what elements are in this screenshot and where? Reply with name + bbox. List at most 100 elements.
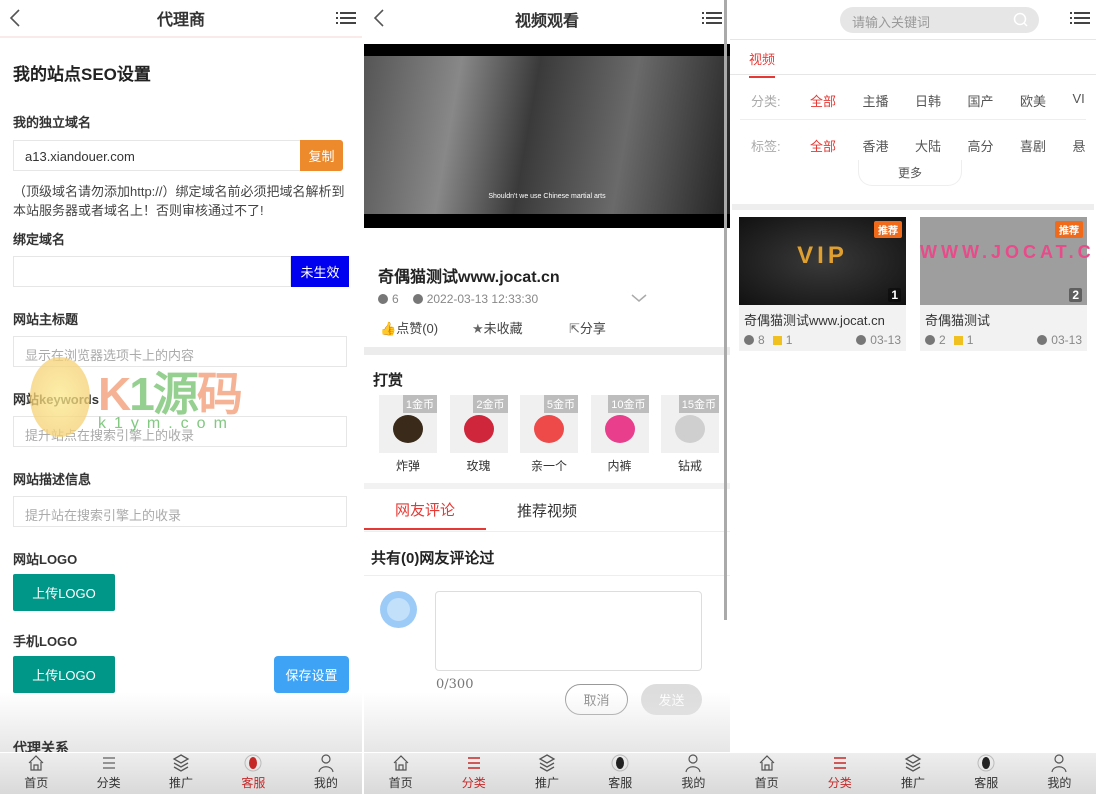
nav-profile[interactable]: 我的	[290, 753, 362, 794]
nav-service[interactable]: 客服	[217, 753, 289, 794]
gift-image: 5金币	[520, 395, 578, 453]
nav-promote[interactable]: 推广	[145, 753, 217, 794]
tag-option[interactable]: 喜剧	[1020, 136, 1046, 155]
favorite-button[interactable]: ★未收藏	[472, 318, 523, 337]
upload-mobile-logo-button[interactable]: 上传LOGO	[13, 656, 115, 693]
nav-label: 我的	[681, 776, 706, 790]
bind-domain-label: 绑定域名	[13, 232, 66, 247]
domain-field[interactable]: a13.xiandouer.com	[13, 140, 301, 171]
video-card[interactable]: WWW.JOCAT.C 推荐 2 奇偶猫测试 2 1 03-13	[920, 217, 1095, 351]
gift-price: 15金币	[678, 395, 719, 413]
gift-price: 2金币	[473, 395, 508, 413]
view-count: 8	[758, 333, 765, 347]
copy-button[interactable]: 复制	[300, 140, 343, 171]
recommend-badge: 推荐	[874, 221, 902, 238]
category-option[interactable]: 主播	[863, 91, 889, 110]
nav-home[interactable]: 首页	[364, 753, 437, 794]
category-icon	[102, 757, 115, 769]
divider	[364, 575, 730, 576]
search-icon[interactable]	[1013, 12, 1029, 28]
save-settings-button[interactable]: 保存设置	[274, 656, 349, 693]
gift-name: 亲一个	[530, 459, 567, 473]
tag-option[interactable]: 高分	[968, 136, 994, 155]
video-title: 奇偶猫测试	[925, 313, 991, 328]
home-icon	[28, 755, 44, 771]
chevron-down-icon[interactable]	[630, 292, 648, 304]
nav-profile[interactable]: 我的	[1023, 753, 1096, 794]
service-icon	[611, 754, 629, 772]
more-button[interactable]: 更多	[858, 160, 962, 186]
menu-icon[interactable]	[1070, 9, 1090, 27]
gift-item[interactable]: 15金币 钻戒	[661, 395, 719, 474]
rank-number: 1	[888, 288, 901, 302]
nav-category[interactable]: 分类	[72, 753, 144, 794]
agent-seo-panel: 代理商 我的站点SEO设置 我的独立域名 a13.xiandouer.com 复…	[0, 0, 362, 794]
nav-label: 首页	[24, 776, 49, 790]
view-count: 6	[392, 292, 399, 306]
gift-image: 10金币	[590, 395, 649, 453]
nav-label: 首页	[388, 776, 413, 790]
home-icon	[393, 755, 409, 771]
category-option[interactable]: 欧美	[1020, 91, 1046, 110]
nav-promote[interactable]: 推广	[510, 753, 583, 794]
bottom-nav: 首页 分类 推广 客服 我的	[0, 752, 362, 794]
thumbnail-text: VIP	[797, 242, 848, 269]
nav-category[interactable]: 分类	[803, 753, 876, 794]
tag-option[interactable]: 香港	[863, 136, 889, 155]
menu-icon[interactable]	[336, 9, 356, 27]
menu-icon[interactable]	[702, 9, 722, 27]
description-field[interactable]: 提升站在搜索引擎上的收录	[13, 496, 347, 527]
promote-icon	[904, 754, 922, 772]
video-title: 奇偶猫测试www.jocat.cn	[378, 269, 560, 286]
tab-comments[interactable]: 网友评论	[364, 490, 486, 530]
gift-item[interactable]: 1金币 炸弹	[379, 395, 437, 474]
gift-image: 2金币	[449, 395, 508, 453]
nav-home[interactable]: 首页	[0, 753, 72, 794]
fade	[364, 692, 730, 752]
page-title: 视频观看	[514, 13, 579, 30]
gift-image: 15金币	[661, 395, 719, 453]
bind-status-button[interactable]: 未生效	[291, 256, 349, 287]
gift-item[interactable]: 2金币 玫瑰	[449, 395, 508, 474]
tag-option[interactable]: 全部	[810, 136, 836, 155]
upload-logo-button[interactable]: 上传LOGO	[13, 574, 115, 611]
scrollbar[interactable]	[724, 0, 727, 620]
gift-item[interactable]: 10金币 内裤	[590, 395, 649, 474]
nav-label: 我的	[1047, 776, 1072, 790]
category-option[interactable]: 国产	[968, 91, 994, 110]
category-option[interactable]: 全部	[810, 91, 836, 110]
nav-service[interactable]: 客服	[584, 753, 657, 794]
nav-service[interactable]: 客服	[950, 753, 1023, 794]
search-input[interactable]: 请输入关键词	[840, 7, 1039, 33]
back-icon[interactable]	[8, 8, 22, 28]
video-card[interactable]: VIP 推荐 1 奇偶猫测试www.jocat.cn 8 1 03-13	[739, 217, 906, 351]
divider	[364, 347, 730, 355]
thumbnail-text: WWW.JOCAT.C	[920, 242, 1095, 262]
bind-domain-field[interactable]	[13, 256, 291, 287]
nav-promote[interactable]: 推广	[876, 753, 949, 794]
gift-image: 1金币	[379, 395, 437, 453]
category-option[interactable]: 日韩	[915, 91, 941, 110]
nav-profile[interactable]: 我的	[657, 753, 730, 794]
nav-home[interactable]: 首页	[730, 753, 803, 794]
tag-option[interactable]: 大陆	[915, 136, 941, 155]
home-icon	[759, 755, 775, 771]
bottom-nav: 首页 分类 推广 客服 我的	[364, 752, 730, 794]
nav-category[interactable]: 分类	[437, 753, 510, 794]
clock-icon	[1037, 335, 1048, 345]
domain-note: （顶级域名请勿添加http://）绑定域名前必须把域名解析到本站服务器或者域名上…	[13, 184, 345, 218]
like-button[interactable]: 👍点赞(0)	[380, 318, 438, 337]
share-button[interactable]: ⇱分享	[569, 318, 606, 337]
comment-textarea[interactable]	[435, 591, 702, 671]
category-option[interactable]: VI	[1073, 91, 1085, 106]
domain-label: 我的独立域名	[13, 115, 92, 130]
gift-price: 5金币	[543, 395, 578, 413]
tab-recommended[interactable]: 推荐视频	[486, 490, 608, 530]
gift-item[interactable]: 5金币亲一个	[520, 395, 578, 474]
tag-option[interactable]: 悬	[1073, 136, 1086, 155]
rank-number: 2	[1069, 288, 1082, 302]
bottom-nav: 首页 分类 推广 客服 我的	[730, 752, 1096, 794]
video-player[interactable]: Shouldn't we use Chinese martial arts	[364, 44, 730, 228]
coin-icon	[953, 335, 963, 345]
back-icon[interactable]	[372, 8, 386, 28]
